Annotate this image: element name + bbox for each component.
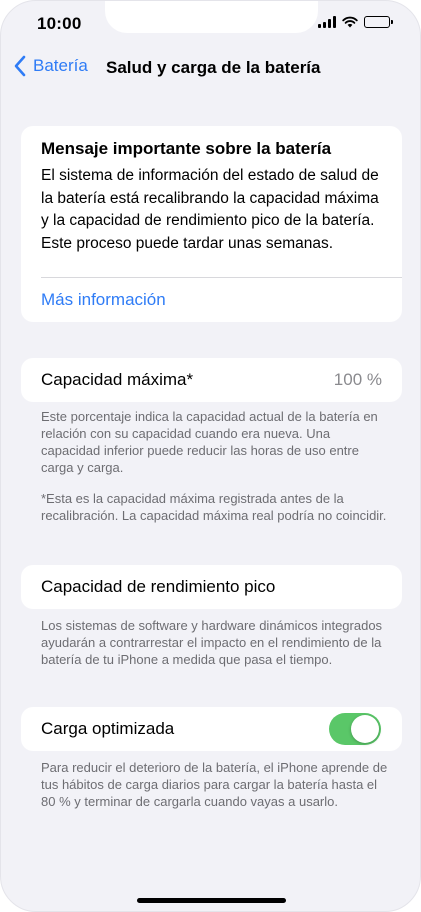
important-message-card: Mensaje importante sobre la batería El s… — [21, 126, 402, 322]
peak-performance-footnote: Los sistemas de software y hardware diná… — [41, 618, 383, 667]
max-capacity-value: 100 % — [333, 370, 382, 389]
toggle-knob — [351, 715, 379, 743]
page-title: Salud y carga de la batería — [106, 58, 321, 77]
back-button[interactable]: Batería — [13, 55, 88, 77]
peak-performance-label: Capacidad de rendimiento pico — [41, 577, 276, 596]
battery-icon — [364, 16, 393, 28]
peak-performance-row: Capacidad de rendimiento pico — [21, 565, 402, 609]
optimized-charging-row: Carga optimizada — [21, 707, 402, 751]
nav-bar: Batería Salud y carga de la batería — [1, 53, 420, 85]
back-button-label: Batería — [33, 56, 88, 75]
status-time: 10:00 — [37, 14, 82, 33]
signal-icon — [318, 16, 336, 28]
optimized-charging-label: Carga optimizada — [41, 719, 175, 738]
max-capacity-row: Capacidad máxima* 100 % — [21, 358, 402, 402]
optimized-charging-toggle[interactable] — [329, 713, 381, 745]
more-info-link[interactable]: Más información — [41, 290, 166, 310]
phone-screen: 10:00 Batería Salud y carga de la baterí… — [0, 0, 421, 912]
divider — [41, 277, 402, 278]
status-icons — [318, 16, 393, 28]
max-capacity-footnote: Este porcentaje indica la capacidad actu… — [41, 409, 378, 475]
max-capacity-label: Capacidad máxima* — [41, 370, 194, 389]
chevron-left-icon — [14, 55, 26, 77]
message-title: Mensaje importante sobre la batería — [41, 139, 332, 158]
optimized-charging-footnote: Para reducir el deterioro de la batería,… — [41, 760, 388, 809]
recalibration-footnote: *Esta es la capacidad máxima registrada … — [41, 491, 387, 523]
message-body: El sistema de información del estado de … — [41, 167, 379, 252]
wifi-icon — [342, 16, 358, 28]
status-bar: 10:00 — [1, 1, 420, 45]
home-indicator — [137, 898, 286, 903]
notch — [105, 1, 318, 33]
